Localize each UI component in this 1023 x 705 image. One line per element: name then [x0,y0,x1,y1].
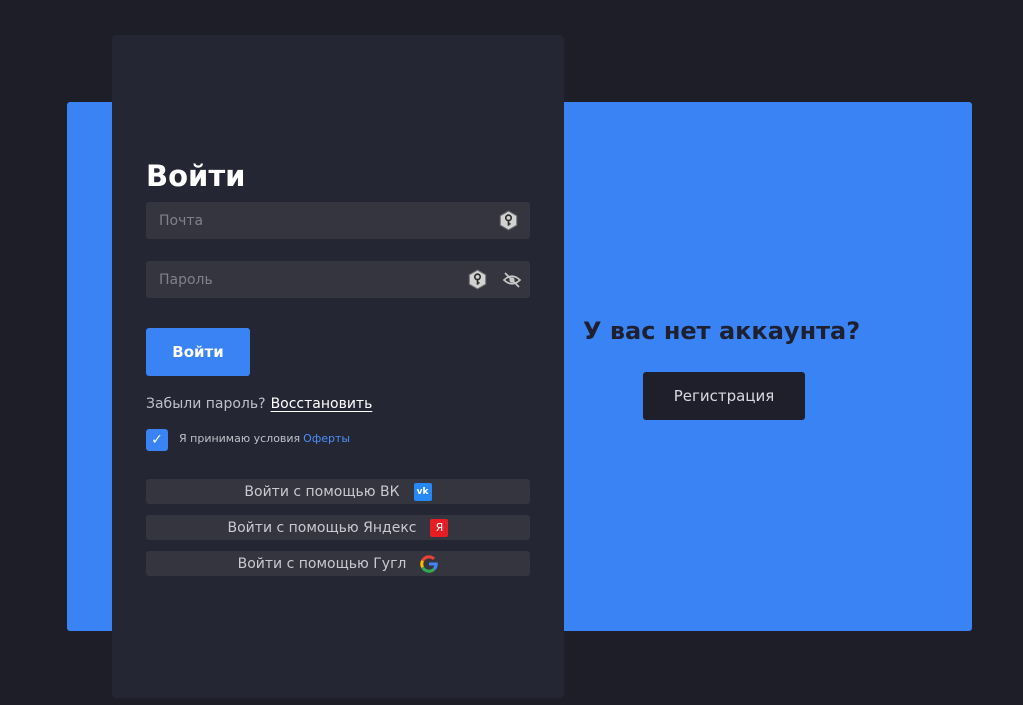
yandex-login-label: Войти с помощью Яндекс [227,519,417,536]
password-input[interactable] [146,261,459,298]
yandex-icon: Я [430,518,449,537]
terms-text: Я принимаю условия [179,432,301,445]
google-icon [420,554,439,573]
no-account-heading: У вас нет аккаунта? [583,317,861,345]
terms-label: Я принимаю условия Оферты [179,432,350,445]
login-button[interactable]: Войти [146,328,250,376]
register-button[interactable]: Регистрация [643,372,805,420]
vk-login-button[interactable]: Войти с помощью ВК vk [146,479,530,504]
key-icon [468,269,487,290]
vk-login-label: Войти с помощью ВК [244,483,400,500]
google-login-button[interactable]: Войти с помощью Гугл [146,551,530,576]
google-login-label: Войти с помощью Гугл [237,555,407,572]
password-field [146,261,530,298]
vk-icon: vk [413,482,432,501]
terms-checkbox[interactable]: ✓ [146,429,168,451]
eye-off-icon[interactable] [502,270,522,290]
forgot-password-row: Забыли пароль? Восстановить [146,396,372,412]
forgot-password-text: Забыли пароль? [146,396,266,412]
restore-password-link[interactable]: Восстановить [271,396,373,412]
email-field [146,202,530,239]
login-title: Войти [146,159,246,193]
email-input[interactable] [146,202,459,239]
yandex-login-button[interactable]: Войти с помощью Яндекс Я [146,515,530,540]
offer-link[interactable]: Оферты [303,432,350,445]
key-icon [499,210,518,231]
